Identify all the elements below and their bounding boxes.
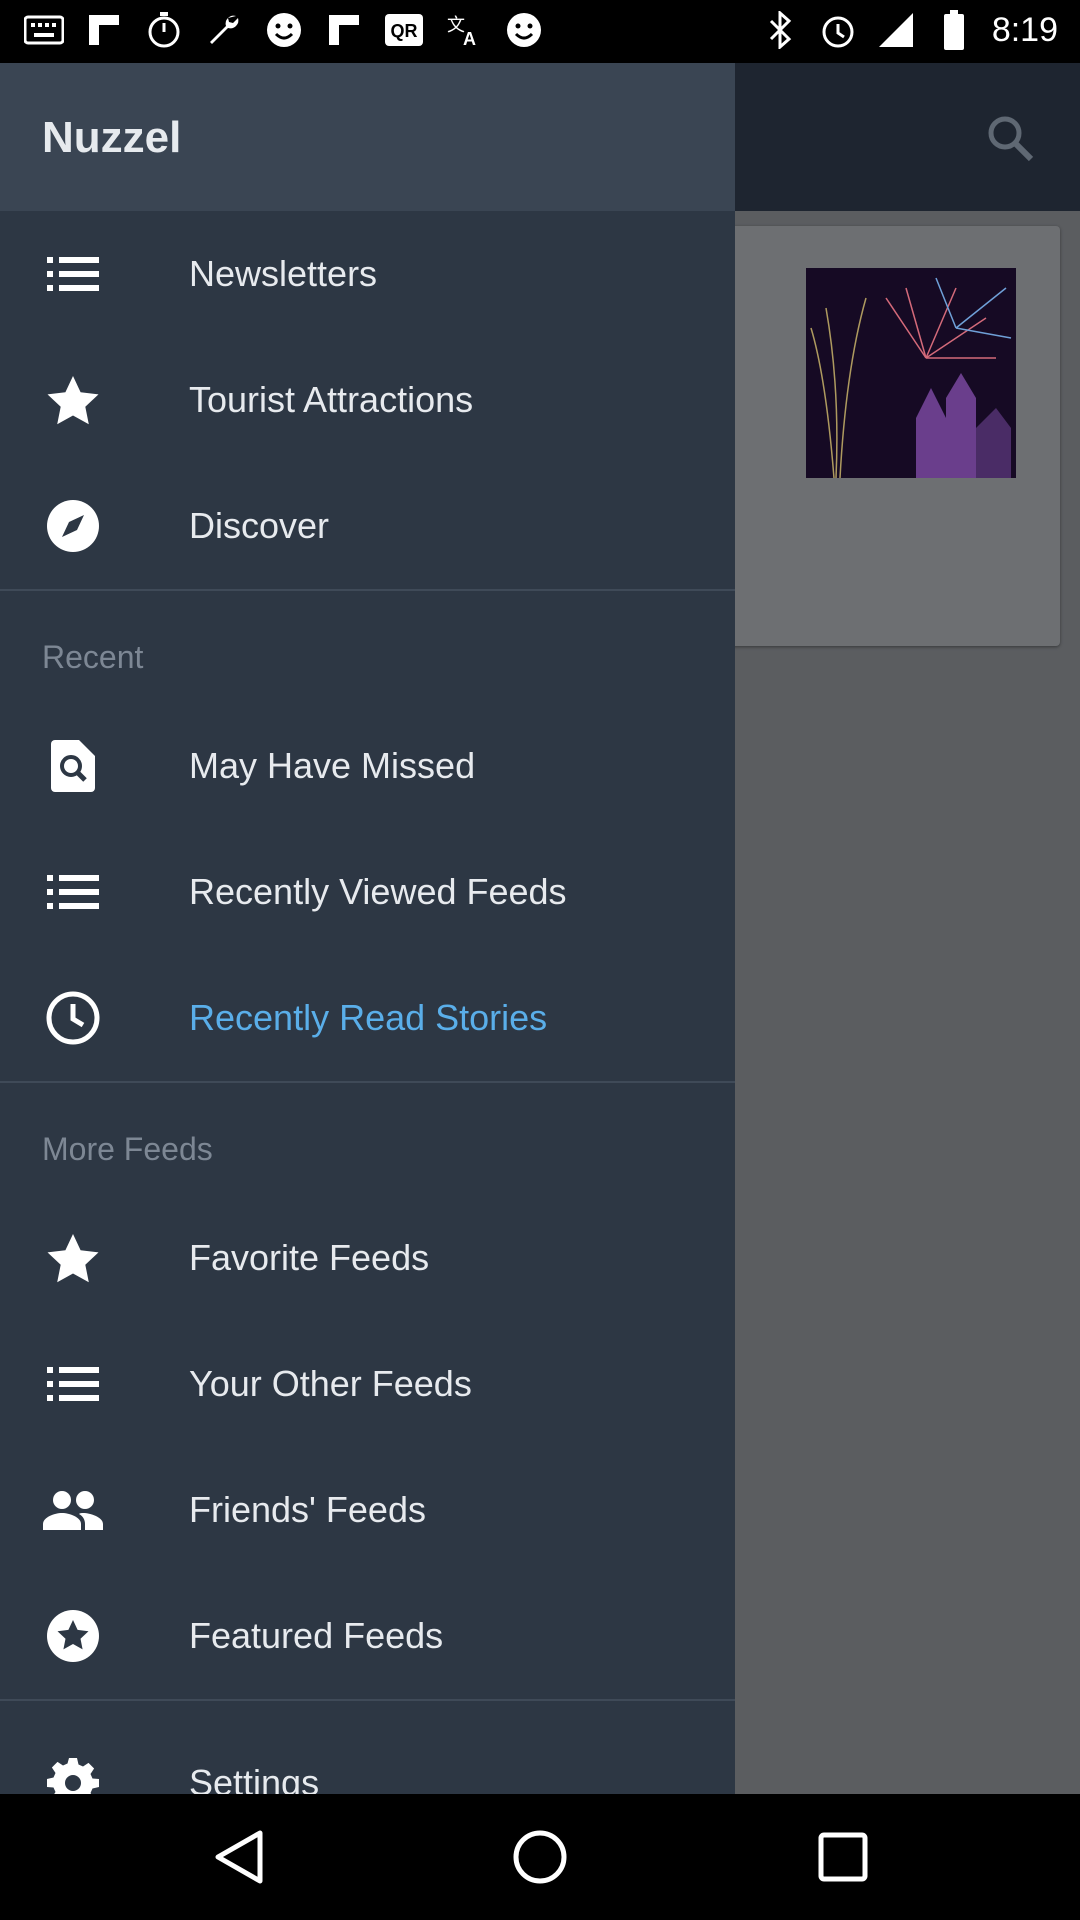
menu-item-label: May Have Missed (189, 745, 476, 786)
signal-icon (876, 10, 916, 50)
smiley-icon (264, 10, 304, 50)
qr-icon: QR (384, 10, 424, 50)
menu-item-label: Friends' Feeds (189, 1489, 426, 1530)
flipboard-icon (84, 10, 124, 50)
back-icon (215, 1830, 263, 1884)
keyboard-icon (24, 10, 64, 50)
search-button[interactable] (980, 108, 1040, 168)
smiley-icon (504, 10, 544, 50)
back-button[interactable] (206, 1824, 272, 1890)
menu-item-newsletters[interactable]: Newsletters (0, 211, 735, 337)
menu-item-label: Favorite Feeds (189, 1237, 430, 1278)
bluetooth-icon (760, 10, 800, 50)
section-title-more-feeds: More Feeds (42, 1131, 213, 1167)
section-title-recent: Recent (42, 639, 144, 675)
svg-text:QR: QR (391, 21, 418, 41)
alarm-icon (818, 10, 858, 50)
menu-item-label: Newsletters (189, 253, 378, 294)
search-doc-icon (42, 735, 104, 797)
clock-icon (42, 987, 104, 1049)
menu-item-may-have-missed[interactable]: May Have Missed (0, 703, 735, 829)
app-title: Nuzzel (42, 113, 182, 162)
system-navigation-bar (0, 1794, 1080, 1920)
navigation-drawer: Nuzzel Newsletters Tourist Attractions D… (0, 63, 735, 1808)
list-icon (42, 243, 104, 305)
timer-icon (144, 10, 184, 50)
svg-text:A: A (463, 29, 476, 47)
menu-item-label: Tourist Attractions (189, 379, 474, 420)
clock-time: 8:19 (991, 10, 1058, 49)
star-icon (42, 369, 104, 431)
list-icon (42, 1353, 104, 1415)
menu-item-recently-read-stories[interactable]: Recently Read Stories (0, 955, 735, 1081)
translate-icon: 文A (444, 10, 484, 50)
recents-button[interactable] (810, 1824, 876, 1890)
menu-item-label: Discover (189, 505, 330, 546)
menu-item-label: Recently Viewed Feeds (189, 871, 567, 912)
menu-item-tourist-attractions[interactable]: Tourist Attractions (0, 337, 735, 463)
menu-item-label: Recently Read Stories (189, 997, 548, 1038)
menu-item-your-other-feeds[interactable]: Your Other Feeds (0, 1321, 735, 1447)
menu-item-favorite-feeds[interactable]: Favorite Feeds (0, 1195, 735, 1321)
menu-item-label: Your Other Feeds (189, 1363, 472, 1404)
menu-item-discover[interactable]: Discover (0, 463, 735, 589)
list-icon (42, 861, 104, 923)
star-icon (42, 1227, 104, 1289)
battery-icon (934, 10, 974, 50)
people-icon (42, 1479, 104, 1541)
menu-item-friends-feeds[interactable]: Friends' Feeds (0, 1447, 735, 1573)
recents-icon (818, 1832, 868, 1882)
drawer-header: Nuzzel (0, 63, 735, 211)
system-icons: 8:19 (760, 10, 1058, 50)
star-circle-icon (42, 1605, 104, 1667)
home-icon (513, 1830, 567, 1884)
story-thumbnail[interactable] (806, 268, 1016, 478)
status-bar: QR 文A 8:19 (0, 0, 1080, 63)
menu-item-label: Featured Feeds (189, 1615, 444, 1656)
menu-item-recently-viewed-feeds[interactable]: Recently Viewed Feeds (0, 829, 735, 955)
notification-icons: QR 文A (24, 10, 544, 50)
home-button[interactable] (507, 1824, 573, 1890)
flipboard-icon (324, 10, 364, 50)
search-icon (988, 116, 1034, 162)
compass-icon (42, 495, 104, 557)
menu-item-featured-feeds[interactable]: Featured Feeds (0, 1573, 735, 1699)
wrench-icon (204, 10, 244, 50)
